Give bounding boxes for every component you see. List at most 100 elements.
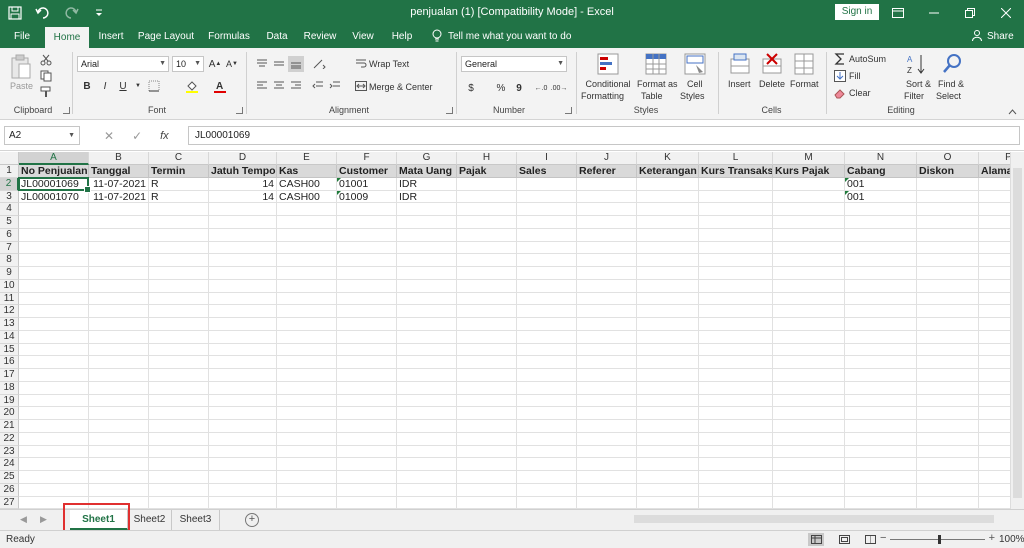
cell-e11[interactable] [277, 292, 337, 306]
cell-l4[interactable] [699, 203, 773, 216]
row-header-11[interactable]: 11 [0, 292, 19, 306]
autosum-button[interactable]: AutoSum [849, 54, 886, 64]
cell-c6[interactable] [149, 228, 209, 242]
cell-l17[interactable] [699, 369, 773, 382]
cell-a3[interactable]: JL00001070 [19, 190, 89, 204]
sign-in-button[interactable]: Sign in [835, 4, 879, 20]
align-bottom-icon[interactable] [288, 56, 304, 72]
cell-c20[interactable] [149, 407, 209, 420]
cell-c8[interactable] [149, 254, 209, 267]
worksheet-grid[interactable]: A B C D E F G H I J K L M N O P 1 No Penjualan Tanggal Term… [0, 152, 1010, 509]
cell-k1[interactable]: Keterangan [637, 165, 699, 178]
insert-cells-icon[interactable] [730, 53, 750, 78]
cell-i13[interactable] [517, 318, 577, 331]
align-middle-icon[interactable] [271, 56, 287, 72]
vertical-scrollbar[interactable] [1010, 152, 1024, 509]
cell-h10[interactable] [457, 279, 517, 293]
cell-j14[interactable] [577, 330, 637, 344]
cell-h1[interactable]: Pajak [457, 165, 517, 178]
align-center-icon[interactable] [271, 78, 287, 94]
cell-p19[interactable] [979, 395, 1010, 408]
cell-i4[interactable] [517, 203, 577, 216]
cell-e7[interactable] [277, 241, 337, 255]
cell-g5[interactable] [397, 216, 457, 229]
cell-d23[interactable] [209, 445, 277, 459]
cell-a5[interactable] [19, 216, 89, 229]
cell-n15[interactable] [845, 343, 917, 357]
sort-filter-label-2[interactable]: Filter [904, 91, 924, 101]
cell-a18[interactable] [19, 381, 89, 395]
cell-e13[interactable] [277, 318, 337, 331]
cell-c4[interactable] [149, 203, 209, 216]
cell-n27[interactable] [845, 496, 917, 509]
column-header-f[interactable]: F [337, 152, 397, 165]
cell-p11[interactable] [979, 293, 1010, 306]
cell-k9[interactable] [637, 267, 699, 280]
cell-c15[interactable] [149, 343, 209, 357]
cell-d13[interactable] [209, 318, 277, 331]
cell-i25[interactable] [517, 471, 577, 484]
cell-m4[interactable] [773, 203, 845, 216]
cell-h7[interactable] [457, 241, 517, 255]
cell-b15[interactable] [89, 343, 149, 357]
cell-e1[interactable]: Kas [277, 165, 337, 178]
cell-l5[interactable] [699, 216, 773, 229]
cell-l6[interactable] [699, 228, 773, 242]
column-header-g[interactable]: G [397, 152, 457, 165]
cell-j19[interactable] [577, 394, 637, 408]
cell-a21[interactable] [19, 420, 89, 433]
cell-n18[interactable] [845, 381, 917, 395]
row-header-22[interactable]: 22 [0, 432, 19, 446]
column-header-c[interactable]: C [149, 152, 209, 165]
cell-c24[interactable] [149, 458, 209, 471]
align-left-icon[interactable] [254, 78, 270, 94]
cell-o23[interactable] [917, 445, 979, 459]
cell-l2[interactable] [699, 177, 773, 191]
cell-o6[interactable] [917, 228, 979, 242]
cell-n22[interactable] [845, 432, 917, 446]
cell-p14[interactable] [979, 331, 1010, 344]
cell-n11[interactable] [845, 292, 917, 306]
cell-k10[interactable] [637, 279, 699, 293]
cell-p21[interactable] [979, 420, 1010, 433]
cell-b23[interactable] [89, 445, 149, 459]
cell-a12[interactable] [19, 305, 89, 318]
increase-indent-icon[interactable] [327, 78, 343, 94]
cell-b4[interactable] [89, 203, 149, 216]
column-header-d[interactable]: D [209, 152, 277, 165]
tab-help[interactable]: Help [386, 25, 418, 48]
cell-k2[interactable] [637, 177, 699, 191]
cell-m22[interactable] [773, 432, 845, 446]
cell-k12[interactable] [637, 305, 699, 318]
cell-i18[interactable] [517, 381, 577, 395]
cell-f6[interactable] [337, 228, 397, 242]
cell-n20[interactable] [845, 407, 917, 420]
cell-i16[interactable] [517, 356, 577, 369]
column-header-h[interactable]: H [457, 152, 517, 165]
cell-n23[interactable] [845, 445, 917, 459]
cell-h16[interactable] [457, 356, 517, 369]
cell-j12[interactable] [577, 305, 637, 318]
tab-formulas[interactable]: Formulas [204, 25, 254, 48]
cell-g17[interactable] [397, 369, 457, 382]
cell-l9[interactable] [699, 267, 773, 280]
cell-c25[interactable] [149, 471, 209, 484]
cell-l20[interactable] [699, 407, 773, 420]
cell-k6[interactable] [637, 228, 699, 242]
close-icon[interactable] [988, 0, 1024, 25]
cell-j21[interactable] [577, 420, 637, 433]
cell-k22[interactable] [637, 432, 699, 446]
cell-h27[interactable] [457, 496, 517, 509]
orientation-icon[interactable] [312, 56, 328, 72]
cell-j16[interactable] [577, 356, 637, 369]
row-header-19[interactable]: 19 [0, 394, 19, 408]
cell-e21[interactable] [277, 420, 337, 433]
cell-k4[interactable] [637, 203, 699, 216]
cell-g12[interactable] [397, 305, 457, 318]
tab-file[interactable]: File [8, 25, 36, 48]
borders-icon[interactable] [146, 78, 162, 94]
cell-g27[interactable] [397, 496, 457, 509]
cell-p27[interactable] [979, 497, 1010, 509]
cell-h5[interactable] [457, 216, 517, 229]
cell-h2[interactable] [457, 177, 517, 191]
